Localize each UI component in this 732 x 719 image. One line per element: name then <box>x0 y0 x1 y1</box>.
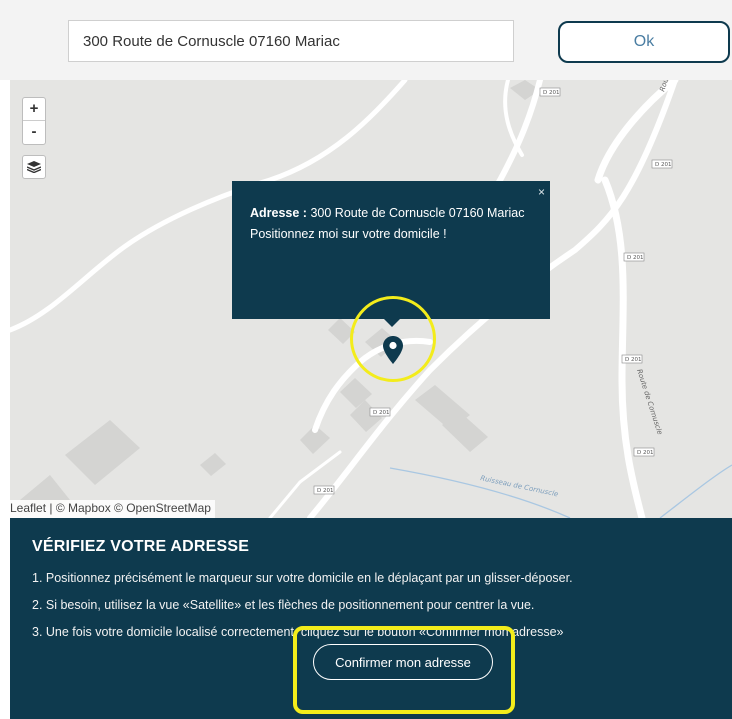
confirm-address-button[interactable]: Confirmer mon adresse <box>313 644 493 680</box>
layers-button[interactable] <box>22 155 46 179</box>
stream-label: Ruisseau de Cornuscle <box>480 474 559 498</box>
osm-link[interactable]: © OpenStreetMap <box>114 501 211 515</box>
road-label: D 201 <box>373 410 389 416</box>
road-label: D 201 <box>655 162 671 168</box>
road-label: D 201 <box>637 450 653 456</box>
panel-title: VÉRIFIEZ VOTRE ADRESSE <box>32 538 250 555</box>
layers-icon <box>27 161 41 173</box>
step-1: 1. Positionnez précisément le marqueur s… <box>32 571 573 585</box>
mapbox-link[interactable]: © Mapbox <box>56 501 111 515</box>
zoom-out-button[interactable]: - <box>23 121 45 144</box>
road-label: D 201 <box>627 255 643 261</box>
street-label: Route de Cornuscle <box>635 368 664 436</box>
ok-button[interactable]: Ok <box>558 21 730 63</box>
map-pin-icon[interactable] <box>383 336 403 364</box>
leaflet-link[interactable]: Leaflet <box>10 501 46 515</box>
popup-address-label: Adresse : <box>250 206 307 220</box>
popup-address-value: 300 Route de Cornuscle 07160 Mariac <box>306 206 525 220</box>
road-label: D 201 <box>625 357 641 363</box>
address-input[interactable] <box>68 20 514 62</box>
zoom-in-button[interactable]: + <box>23 98 45 121</box>
popup-message: Positionnez moi sur votre domicile ! <box>250 227 447 241</box>
zoom-control: + - <box>22 97 46 145</box>
popup-close-button[interactable]: × <box>538 183 545 201</box>
verify-address-panel: VÉRIFIEZ VOTRE ADRESSE 1. Positionnez pr… <box>10 518 732 719</box>
map-view[interactable]: D 201 D 201 D 201 D 201 D 201 D 201 D 20… <box>10 80 732 518</box>
road-label: D 201 <box>543 90 559 96</box>
road-label: D 201 <box>317 488 333 494</box>
step-2: 2. Si besoin, utilisez la vue «Satellite… <box>32 598 535 612</box>
map-attribution: Leaflet | © Mapbox © OpenStreetMap <box>10 500 215 518</box>
address-search-bar: Ok <box>0 0 732 80</box>
popup-address: Adresse : 300 Route de Cornuscle 07160 M… <box>250 204 532 222</box>
